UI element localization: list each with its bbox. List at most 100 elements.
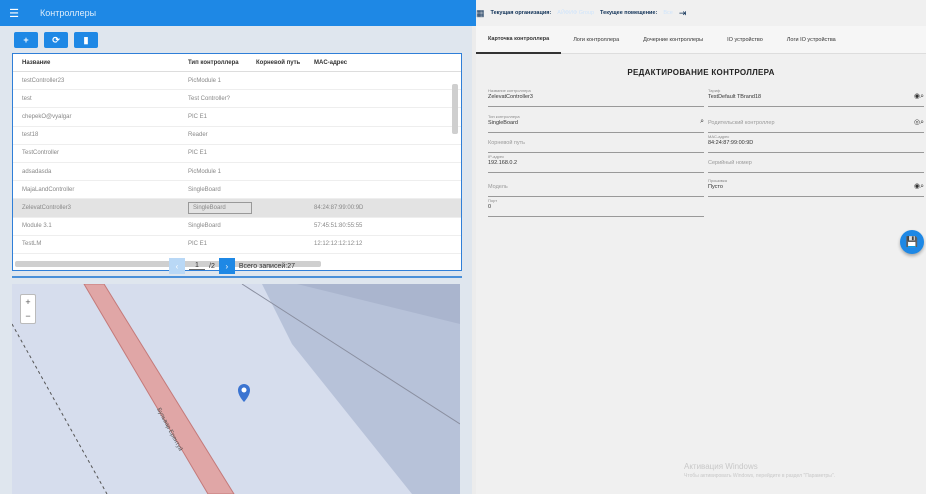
ip-value: 192.168.0.2 (488, 160, 518, 166)
add-button[interactable]: + (14, 32, 38, 48)
org-label: Текущая организация: (490, 10, 552, 16)
activation-watermark: Активация Windows Чтобы активировать Win… (684, 462, 835, 479)
cell-type: PIC E1 (188, 150, 208, 157)
form-title: РЕДАКТИРОВАНИЕ КОНТРОЛЛЕРА (627, 68, 775, 77)
cell-type: Reader (188, 132, 208, 139)
model-placeholder: Модель (488, 184, 508, 190)
cell-type-value: SingleBoard (188, 201, 252, 214)
model-field[interactable]: Модель (488, 178, 704, 197)
name-field[interactable]: Название контроллера ZelevatController3 (488, 88, 704, 107)
delete-button[interactable]: ▮ (74, 32, 98, 48)
eye-search-icon[interactable]: ◉⌕ (914, 182, 924, 191)
serial-field[interactable]: Серийный номер (708, 154, 924, 173)
cell-name: ZelevatController3 (22, 204, 72, 211)
cell-name: TestController (22, 150, 60, 157)
map-canvas: Бульвар Ерентуй (12, 284, 460, 494)
controllers-table: Название Тип контроллера Корневой путь M… (12, 53, 462, 271)
name-value: ZelevatController3 (488, 94, 533, 100)
firmware-value: Пусто (708, 184, 723, 190)
cell-name: test18 (22, 132, 39, 139)
cell-name: adsadasda (22, 168, 52, 175)
parent-controller-field[interactable]: Родительский контроллер ◎⌕ (708, 114, 924, 133)
col-mac[interactable]: MAC-адрес (314, 60, 434, 66)
ip-field[interactable]: IP-адрес 192.168.0.2 (488, 154, 704, 173)
eye-search-icon[interactable]: ◉⌕ (914, 92, 924, 101)
map-view[interactable]: Бульвар Ерентуй + − (12, 284, 460, 494)
controllers-panel: + ⟳ ▮ Название Тип контроллера Корневой … (0, 26, 472, 494)
tab-controller-logs[interactable]: Логи контроллера (561, 26, 631, 54)
table-row-selected[interactable]: ZelevatController3 SingleBoard 84:24:87:… (13, 199, 461, 218)
save-icon: 💾 (905, 236, 919, 248)
cell-type: Test Controller? (188, 95, 231, 102)
table-row[interactable]: chepekO@vyalgar PIC E1 (13, 108, 461, 127)
cell-name: testController23 (22, 77, 65, 84)
prev-page-button[interactable]: ‹ (169, 258, 185, 274)
tab-io-device-logs[interactable]: Логи IO устройства (775, 26, 848, 54)
cell-name: chepekO@vyalgar (22, 113, 72, 120)
zoom-control: + − (20, 294, 36, 324)
col-name[interactable]: Название (13, 60, 188, 66)
table-row[interactable]: testController23 PicModule 1 (13, 72, 461, 91)
table-row[interactable]: MajaLandController SingleBoard (13, 181, 461, 200)
search-icon[interactable]: ⌕ (700, 118, 704, 126)
cell-type: SingleBoard (188, 223, 221, 230)
cell-type: PIC E1 (188, 113, 208, 120)
table-row[interactable]: TestLM PIC E1 12:12:12:12:12:12 (13, 236, 461, 254)
eye-search-icon[interactable]: ◎⌕ (914, 118, 924, 127)
org-value[interactable]: АЙФИФ Group (557, 10, 594, 16)
port-field[interactable]: Порт 0 (488, 198, 704, 217)
grid-icon[interactable]: ▦ (476, 8, 485, 19)
type-field[interactable]: Тип контроллера SingleBoard ⌕ (488, 114, 704, 133)
root-placeholder: Корневой путь (488, 140, 526, 146)
room-value[interactable]: Все (663, 10, 672, 16)
table-row[interactable]: test Test Controller? (13, 90, 461, 109)
tab-child-controllers[interactable]: Дочерние контроллеры (631, 26, 715, 54)
tab-io-device[interactable]: IO устройство (715, 26, 775, 54)
table-row[interactable]: adsadasda PicModule 1 (13, 163, 461, 182)
firmware-field[interactable]: Прошивка Пусто ◉⌕ (708, 178, 924, 197)
watermark-line-1: Активация Windows (684, 462, 758, 471)
table-row[interactable]: TestController PIC E1 (13, 145, 461, 163)
cell-type: PIC E1 (188, 241, 208, 248)
cell-mac: 84:24:87:99:00:9D (314, 204, 364, 211)
refresh-button[interactable]: ⟳ (44, 32, 68, 48)
room-label: Текущее помещение: (600, 10, 658, 16)
table-row[interactable]: Module 3.1 SingleBoard 57:45:51:80:55:55 (13, 218, 461, 236)
next-page-button[interactable]: › (218, 258, 235, 274)
cell-name: TestLM (22, 241, 42, 248)
firmware-label: Прошивка (708, 178, 727, 183)
tariff-field[interactable]: Тариф TestDefault TBrand18 ◉⌕ (708, 88, 924, 107)
tariff-label: Тариф (708, 88, 721, 93)
zoom-in-button[interactable]: + (21, 295, 35, 309)
pagination: ‹ 1 /2 › Всего записей:27 (169, 258, 295, 274)
name-label: Название контроллера (488, 88, 531, 93)
zoom-out-button[interactable]: − (21, 309, 35, 323)
cell-type: PicModule 1 (188, 77, 222, 84)
table-row[interactable]: test18 Reader (13, 127, 461, 145)
mac-label: MAC-адрес (708, 134, 730, 139)
save-button[interactable]: 💾 (900, 230, 924, 254)
page-total: /2 (209, 262, 215, 270)
root-path-field[interactable]: Корневой путь (488, 134, 704, 153)
page-input[interactable]: 1 (189, 262, 205, 270)
tariff-value: TestDefault TBrand18 (708, 94, 762, 100)
logout-icon[interactable]: ⇥ (679, 8, 687, 19)
divider (12, 276, 462, 278)
col-type[interactable]: Тип контроллера (188, 60, 256, 66)
mac-value: 84:24:87:99:00:9D (708, 140, 754, 146)
cell-type: PicModule 1 (188, 168, 222, 175)
cell-name: MajaLandController (22, 186, 75, 193)
mac-field[interactable]: MAC-адрес 84:24:87:99:00:9D (708, 134, 924, 153)
type-label: Тип контроллера (488, 114, 520, 119)
cell-mac: 57:45:51:80:55:55 (314, 223, 363, 230)
cell-mac: 12:12:12:12:12:12 (314, 241, 363, 248)
cell-name: test (22, 95, 32, 102)
port-value: 0 (488, 204, 492, 210)
menu-icon[interactable]: ☰ (4, 7, 24, 20)
controller-details-panel: Карточка контроллера Логи контроллера До… (476, 26, 926, 494)
records-count: Всего записей:27 (238, 262, 295, 270)
col-root[interactable]: Корневой путь (256, 60, 314, 66)
type-value: SingleBoard (488, 120, 518, 126)
vertical-scrollbar[interactable] (452, 84, 458, 134)
tab-controller-card[interactable]: Карточка контроллера (476, 26, 562, 54)
